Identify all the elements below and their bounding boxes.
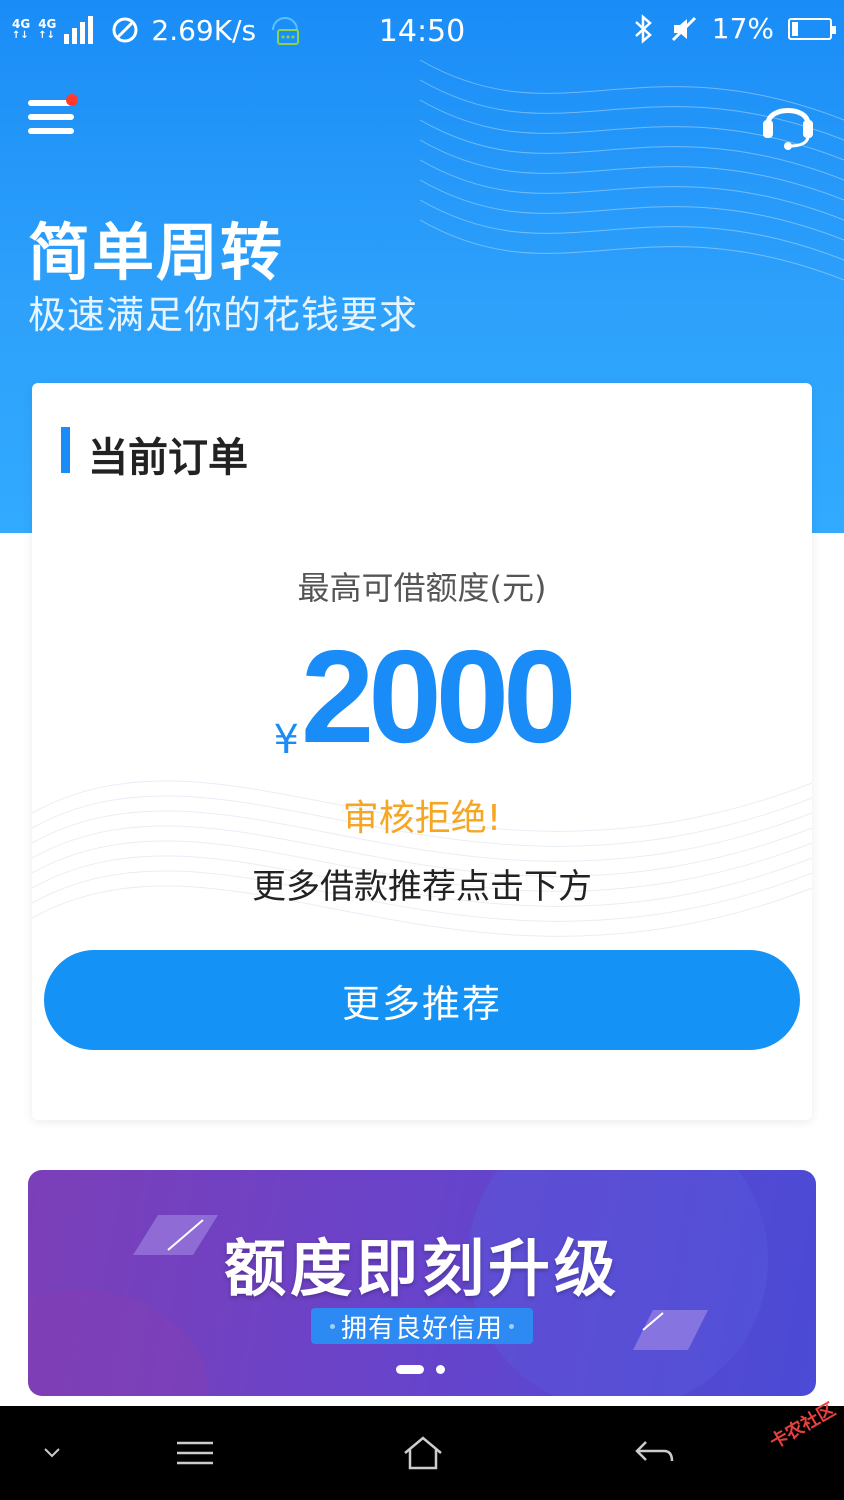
review-status: 审核拒绝! xyxy=(342,798,502,839)
battery-icon xyxy=(788,17,836,40)
pagination-dot-active[interactable] xyxy=(396,1365,424,1374)
notification-dot xyxy=(66,94,78,106)
banner-title: 额度即刻升级 xyxy=(223,1232,620,1305)
mute-icon xyxy=(671,16,696,41)
nav-back-button[interactable] xyxy=(620,1406,690,1500)
more-recommendations-button[interactable]: 更多推荐 xyxy=(44,950,800,1050)
currency-symbol: ¥ xyxy=(273,717,299,763)
battery-percent: 17% xyxy=(711,12,774,45)
amount-display: ¥2000 xyxy=(32,631,812,764)
back-arrow-icon xyxy=(635,1441,674,1462)
nav-home-button[interactable] xyxy=(388,1406,458,1500)
status-bar: 4G ↑↓ 4G ↑↓ 2.69K/s 14:50 17% xyxy=(0,0,844,64)
recommend-hint: 更多借款推荐点击下方 xyxy=(252,867,592,907)
hero-subtitle: 极速满足你的花钱要求 xyxy=(28,293,419,337)
current-order-card: 当前订单 最高可借额度(元) ¥2000 审核拒绝! 更多借款推荐点击下方 更多… xyxy=(32,383,812,1120)
card-title: 当前订单 xyxy=(88,435,248,481)
customer-service-icon[interactable] xyxy=(758,92,818,152)
promo-banner[interactable]: 额度即刻升级 拥有良好信用 xyxy=(28,1170,816,1396)
title-accent-bar xyxy=(61,427,70,473)
limit-label: 最高可借额度(元) xyxy=(297,569,547,607)
home-icon xyxy=(404,1436,442,1470)
menu-button[interactable] xyxy=(28,94,78,140)
system-navigation-bar xyxy=(0,1406,844,1500)
nav-recents-button[interactable] xyxy=(160,1406,230,1500)
status-right: 17% xyxy=(630,12,836,45)
banner-tag-text: 拥有良好信用 xyxy=(340,1313,503,1344)
banner-shape-right xyxy=(633,1310,708,1350)
loan-amount: 2000 xyxy=(300,623,577,770)
menu-lines-icon xyxy=(177,1441,213,1465)
bluetooth-icon xyxy=(634,13,652,44)
nav-collapse-button[interactable] xyxy=(20,1406,84,1500)
pagination-dot[interactable] xyxy=(436,1365,445,1374)
chevron-down-icon xyxy=(44,1448,60,1458)
banner-pagination xyxy=(396,1365,445,1374)
hero-title: 简单周转 xyxy=(28,216,285,289)
banner-tag: 拥有良好信用 xyxy=(311,1308,533,1344)
